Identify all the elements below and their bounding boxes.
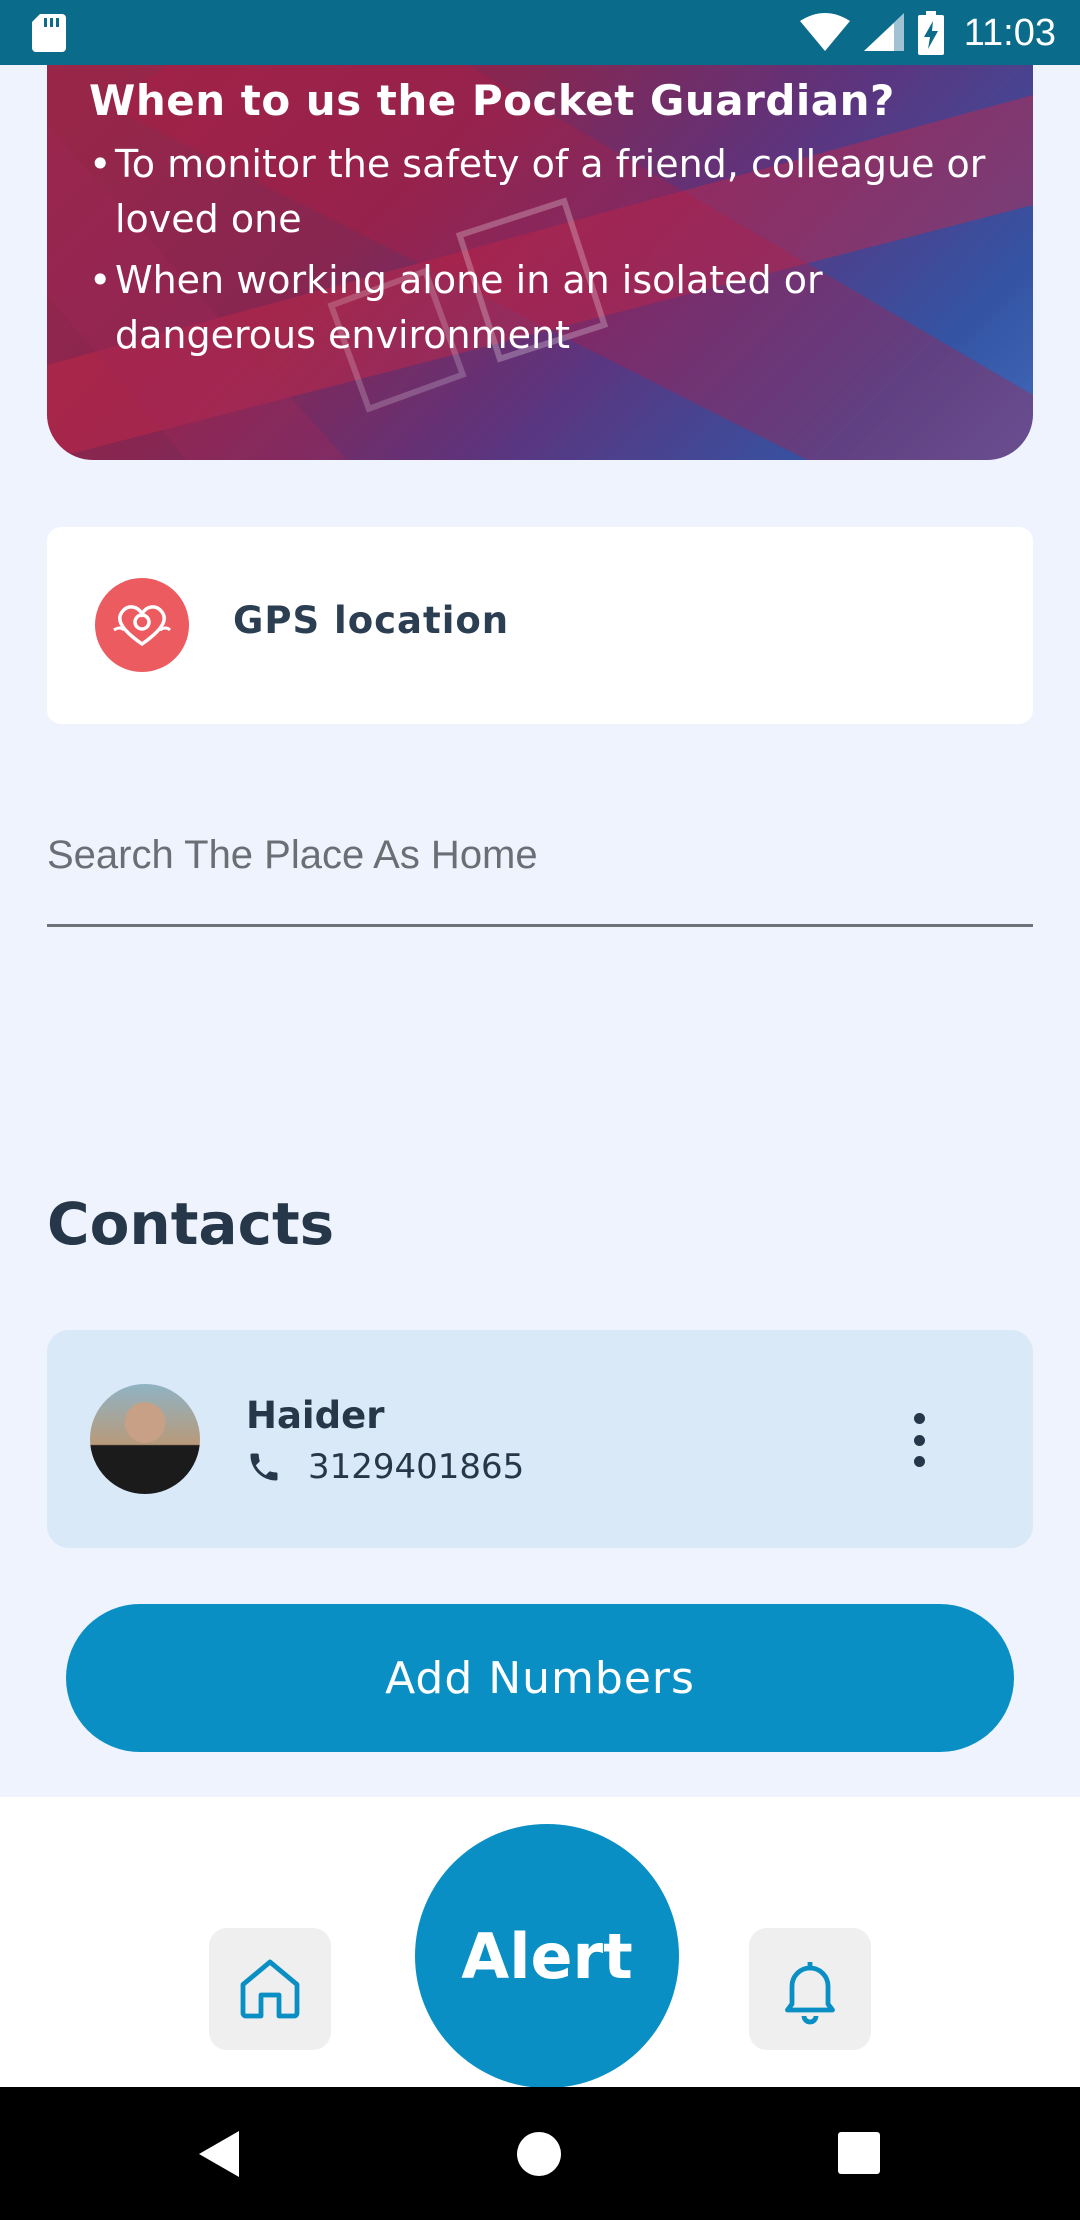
alert-button[interactable]: Alert	[415, 1824, 679, 2088]
contact-name: Haider	[246, 1394, 385, 1437]
battery-charging-icon	[917, 11, 944, 55]
banner-bullet: • When working alone in an isolated or d…	[89, 253, 993, 363]
bullet-text: When working alone in an isolated or dan…	[115, 258, 823, 357]
contacts-heading: Contacts	[47, 1190, 335, 1258]
status-bar: 11:03	[0, 0, 1080, 65]
bullet-dot: •	[89, 258, 112, 302]
search-home-input[interactable]	[47, 800, 1033, 910]
wifi-icon	[799, 13, 850, 51]
banner-title: When to us the Pocket Guardian?	[89, 76, 895, 125]
back-icon[interactable]	[199, 2131, 241, 2177]
phone-icon	[250, 1453, 278, 1481]
bullet-dot: •	[89, 142, 112, 186]
home-button[interactable]	[209, 1928, 331, 2050]
status-time: 11:03	[963, 11, 1056, 54]
recents-icon[interactable]	[838, 2132, 880, 2174]
banner-bullet: • To monitor the safety of a friend, col…	[89, 137, 993, 247]
contact-phone-row: 3129401865	[246, 1447, 524, 1487]
system-navigation-bar	[0, 2087, 1080, 2220]
more-options-icon[interactable]	[897, 1410, 941, 1470]
notifications-button[interactable]	[749, 1928, 871, 2050]
contact-phone-number: 3129401865	[308, 1447, 525, 1487]
gps-location-label: GPS location	[233, 599, 510, 642]
home-circle-icon[interactable]	[517, 2132, 561, 2176]
bottom-navigation: Alert	[0, 1797, 1080, 2088]
bullet-text: To monitor the safety of a friend, colle…	[115, 142, 986, 241]
add-numbers-button[interactable]: Add Numbers	[66, 1604, 1014, 1752]
gps-location-card[interactable]: GPS location	[47, 527, 1033, 724]
sd-card-icon	[32, 14, 66, 52]
info-banner: When to us the Pocket Guardian? • To mon…	[47, 65, 1033, 460]
signal-icon	[863, 13, 904, 51]
bell-icon	[785, 1962, 835, 2025]
contact-card[interactable]: Haider 3129401865	[47, 1330, 1033, 1548]
location-heart-icon	[95, 578, 189, 672]
home-icon	[240, 1959, 300, 2019]
avatar	[90, 1384, 200, 1494]
search-field	[47, 800, 1033, 927]
